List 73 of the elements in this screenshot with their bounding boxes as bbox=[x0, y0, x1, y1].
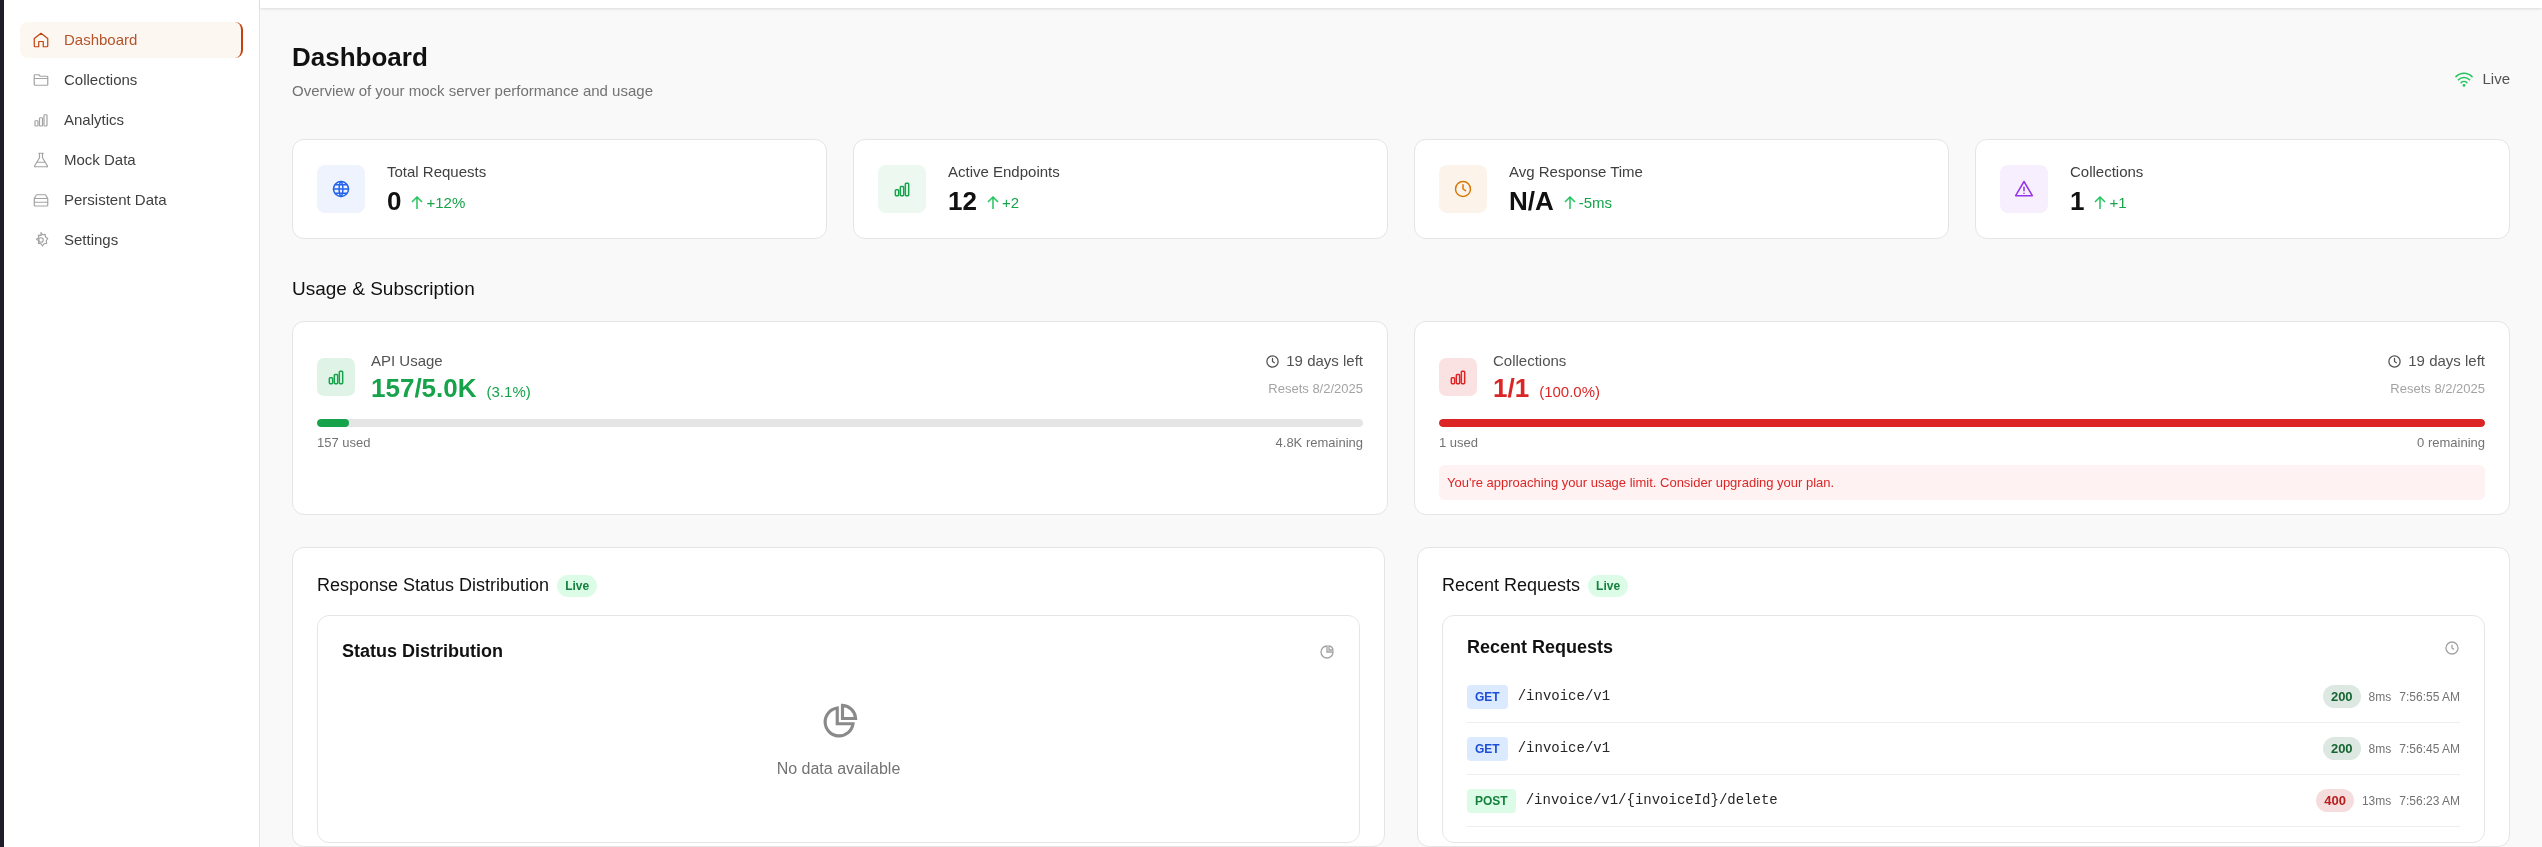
days-left: 19 days left bbox=[2408, 351, 2485, 371]
flask-icon bbox=[32, 151, 50, 169]
usage-value: 157/5.0K bbox=[371, 372, 477, 403]
days-left: 19 days left bbox=[1286, 351, 1363, 371]
bar-chart-icon bbox=[32, 111, 50, 129]
method-badge: GET bbox=[1467, 736, 1508, 761]
home-icon bbox=[32, 31, 50, 49]
drive-icon bbox=[32, 191, 50, 209]
sidebar-item[interactable]: Settings bbox=[20, 222, 243, 258]
sidebar-item[interactable]: Dashboard bbox=[20, 22, 243, 58]
usage-percent: (100.0%) bbox=[1539, 381, 1601, 402]
stat-value: 1 bbox=[2070, 185, 2085, 216]
usage-percent: (3.1%) bbox=[486, 381, 531, 402]
sidebar-item[interactable]: Analytics bbox=[20, 102, 243, 138]
panel-title: Recent Requests bbox=[1442, 574, 1581, 597]
card-title: Status Distribution bbox=[342, 640, 503, 663]
live-indicator: Live bbox=[2482, 69, 2510, 89]
status-badge: 200 bbox=[2322, 736, 2361, 761]
used-count: 1 used bbox=[1439, 434, 1479, 452]
sidebar-item[interactable]: Mock Data bbox=[20, 142, 243, 178]
stat-change: -5ms bbox=[1578, 192, 1613, 213]
stat-change: +12% bbox=[426, 192, 466, 213]
request-path: /invoice/v1 bbox=[1517, 739, 1611, 758]
clock-icon bbox=[2387, 353, 2403, 369]
arrow-up-icon bbox=[1563, 195, 1576, 210]
live-badge: Live bbox=[1588, 574, 1629, 597]
stat-change: +2 bbox=[1001, 192, 1020, 213]
stat-value: N/A bbox=[1509, 185, 1554, 216]
reset-date: Resets 8/2/2025 bbox=[1268, 379, 1363, 398]
panel-title: Response Status Distribution bbox=[317, 574, 550, 597]
request-time: 7:56:45 AM bbox=[2399, 740, 2460, 758]
sidebar-item[interactable]: Collections bbox=[20, 62, 243, 98]
request-time: 7:56:23 AM bbox=[2399, 792, 2460, 810]
warning-message: You're approaching your usage limit. Consider upgrading your plan. bbox=[1439, 464, 2485, 500]
page-subtitle: Overview of your mock server performance and usage bbox=[292, 81, 653, 101]
folder-icon bbox=[32, 71, 50, 89]
request-duration: 13ms bbox=[2361, 792, 2392, 810]
stat-value: 12 bbox=[948, 185, 977, 216]
stat-label: Avg Response Time bbox=[1509, 162, 1643, 183]
arrow-up-icon bbox=[986, 195, 999, 210]
reset-date: Resets 8/2/2025 bbox=[2390, 379, 2485, 398]
clock-icon bbox=[1265, 353, 1281, 369]
method-badge: GET bbox=[1467, 684, 1508, 709]
card-title: Recent Requests bbox=[1467, 636, 1614, 659]
section-title: Usage & Subscription bbox=[292, 276, 476, 301]
status-badge: 200 bbox=[2322, 684, 2361, 709]
request-duration: 8ms bbox=[2368, 740, 2392, 758]
clock-icon bbox=[2444, 639, 2460, 656]
stat-change: +1 bbox=[2109, 192, 2127, 213]
request-duration: 8ms bbox=[2368, 688, 2392, 706]
empty-state-text: No data available bbox=[776, 759, 901, 779]
remaining-count: 0 remaining bbox=[2417, 434, 2485, 452]
page-title: Dashboard bbox=[292, 42, 429, 72]
sidebar-item[interactable]: Persistent Data bbox=[20, 182, 243, 218]
remaining-count: 4.8K remaining bbox=[1275, 434, 1363, 452]
used-count: 157 used bbox=[317, 434, 371, 452]
live-badge: Live bbox=[557, 574, 598, 597]
usage-label: Collections bbox=[1493, 351, 1568, 371]
request-path: /invoice/v1/{invoiceId}/delete bbox=[1525, 791, 1778, 810]
stat-value: 0 bbox=[387, 185, 402, 216]
usage-value: 1/1 bbox=[1493, 372, 1530, 403]
stat-label: Active Endpoints bbox=[948, 162, 1060, 183]
pie-chart-icon bbox=[1319, 643, 1335, 660]
status-badge: 400 bbox=[2316, 788, 2354, 813]
request-time: 7:56:55 AM bbox=[2399, 688, 2460, 706]
usage-label: API Usage bbox=[371, 351, 444, 371]
arrow-up-icon bbox=[411, 195, 424, 210]
request-path: /invoice/v1 bbox=[1517, 687, 1611, 706]
wifi-icon bbox=[2454, 71, 2475, 88]
stat-label: Total Requests bbox=[387, 162, 487, 183]
arrow-up-icon bbox=[2094, 195, 2107, 210]
method-badge: POST bbox=[1467, 788, 1516, 813]
stat-label: Collections bbox=[2070, 162, 2144, 183]
